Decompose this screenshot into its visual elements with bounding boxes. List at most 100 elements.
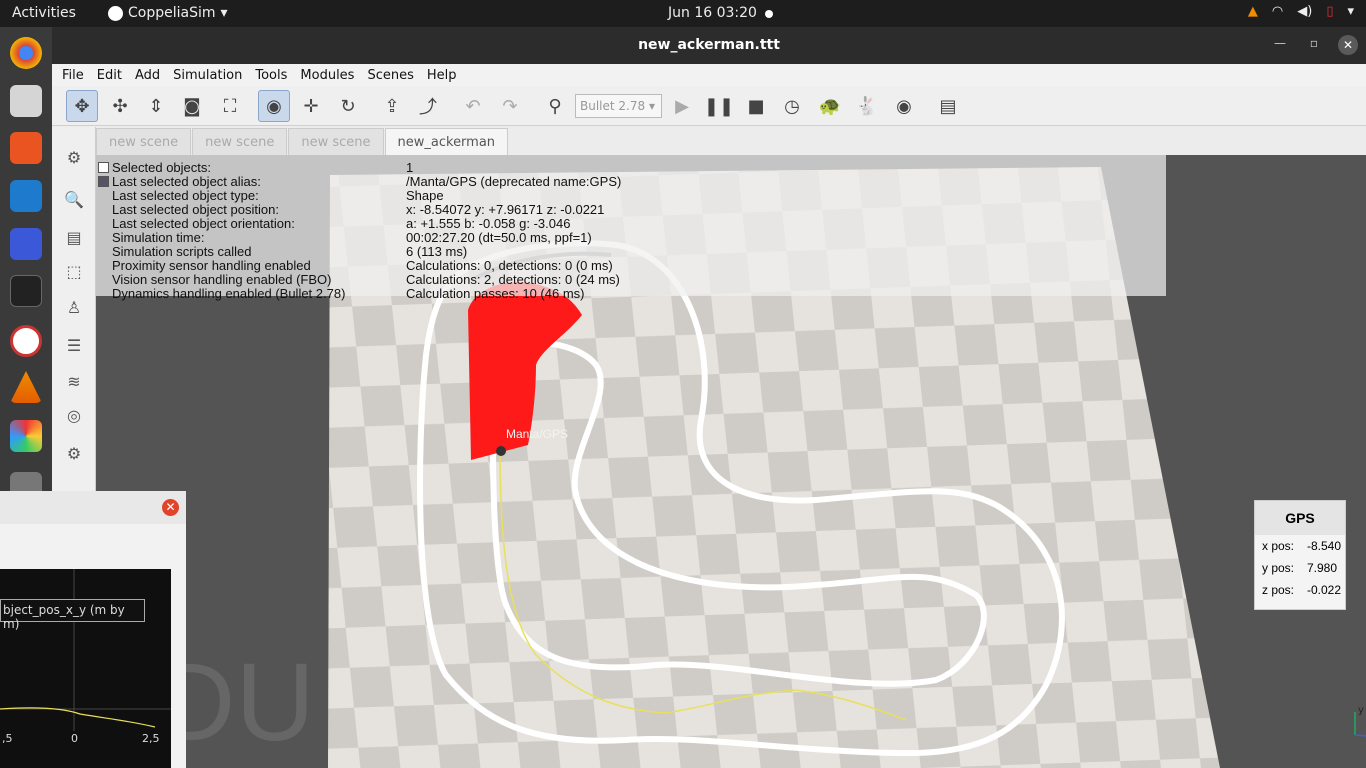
gps-z-value: -0.022 bbox=[1307, 583, 1342, 597]
camera-rotate-icon[interactable]: ✣ bbox=[104, 90, 136, 122]
info-toggle-checkbox[interactable] bbox=[98, 176, 109, 187]
coppeliasim-window: new_ackerman.ttt — ▫ ✕ File Edit Add Sim… bbox=[52, 27, 1366, 768]
gps-y-row: y pos: 7.980 bbox=[1255, 557, 1345, 579]
shape-edit-icon[interactable]: ⬚ bbox=[60, 257, 88, 285]
real-time-icon[interactable]: ◷ bbox=[776, 90, 808, 122]
minimize-icon[interactable]: — bbox=[1274, 36, 1286, 50]
window-title: new_ackerman.ttt bbox=[638, 37, 780, 53]
graph-tick-1: ,5 bbox=[2, 732, 13, 745]
play-icon[interactable]: ▶ bbox=[666, 90, 698, 122]
vlc-icon[interactable] bbox=[10, 371, 42, 403]
info-toggle-checkbox[interactable] bbox=[98, 162, 109, 173]
camera-angle-icon[interactable]: ◙ bbox=[176, 90, 208, 122]
redo-icon[interactable]: ↷ bbox=[494, 90, 526, 122]
window-titlebar[interactable]: new_ackerman.ttt — ▫ ✕ bbox=[52, 27, 1366, 64]
vlc-tray-icon[interactable]: ▲ bbox=[1248, 4, 1258, 19]
close-icon[interactable]: ✕ bbox=[1338, 35, 1358, 55]
tab-new-ackerman[interactable]: new_ackerman bbox=[384, 128, 509, 155]
menu-edit[interactable]: Edit bbox=[97, 68, 122, 83]
tab-scene-2[interactable]: new scene bbox=[192, 128, 288, 155]
gps-x-value: -8.540 bbox=[1307, 539, 1342, 553]
info-label: Last selected object position: bbox=[112, 202, 279, 217]
simulation-settings-icon[interactable]: ⚙ bbox=[60, 143, 88, 171]
system-tray[interactable]: ▲ ◠ ◀) ▯ ▾ bbox=[1248, 4, 1354, 19]
info-label: Last selected object orientation: bbox=[112, 216, 295, 231]
kinematics-icon[interactable]: ♙ bbox=[60, 293, 88, 321]
tab-scene-1[interactable]: new scene bbox=[96, 128, 192, 155]
object-select-icon[interactable]: ◉ bbox=[258, 90, 290, 122]
video-recorder-icon[interactable]: ◎ bbox=[60, 401, 88, 429]
volume-icon[interactable]: ◀) bbox=[1297, 4, 1312, 19]
scene-viewport[interactable]: DU Manta/GPS y x Selected objects:1Last … bbox=[96, 155, 1366, 768]
pause-icon[interactable]: ❚❚ bbox=[703, 90, 735, 122]
page-selector-icon[interactable]: ▤ bbox=[932, 90, 964, 122]
pinwheel-app-icon[interactable] bbox=[10, 420, 42, 452]
user-settings-icon[interactable]: ⚙ bbox=[60, 439, 88, 467]
stop-icon[interactable]: ■ bbox=[740, 90, 772, 122]
close-icon[interactable]: ✕ bbox=[162, 499, 179, 516]
physics-engine-value: Bullet 2.78 bbox=[580, 99, 646, 113]
wifi-icon[interactable]: ◠ bbox=[1272, 4, 1283, 19]
graph-series-label: bject_pos_x_y (m by m) bbox=[0, 599, 145, 631]
info-value: 6 (113 ms) bbox=[406, 244, 468, 259]
graph-tick-3: 2,5 bbox=[142, 732, 160, 745]
battery-icon[interactable]: ▯ bbox=[1326, 4, 1333, 19]
visualization-toggle-icon[interactable]: ◉ bbox=[888, 90, 920, 122]
software-store-icon[interactable] bbox=[10, 132, 42, 164]
gps-x-row: x pos: -8.540 bbox=[1255, 535, 1345, 557]
object-rotate-icon[interactable]: ↻ bbox=[332, 90, 364, 122]
menu-modules[interactable]: Modules bbox=[300, 68, 354, 83]
menu-add[interactable]: Add bbox=[135, 68, 160, 83]
info-value: 1 bbox=[406, 160, 414, 175]
coppeliasim-dock-icon[interactable] bbox=[10, 325, 42, 357]
graph-series-line bbox=[0, 707, 156, 728]
speed-up-icon[interactable]: 🐇 bbox=[851, 90, 883, 122]
transfer-dna-icon[interactable]: ⤴ bbox=[412, 90, 444, 122]
physics-engine-select[interactable]: Bullet 2.78 ▾ bbox=[575, 94, 662, 118]
vscode-icon[interactable] bbox=[10, 180, 42, 212]
assemble-icon[interactable]: ⇪ bbox=[376, 90, 408, 122]
info-overlay: Selected objects: 1 Last selected object a… bbox=[96, 155, 1166, 301]
activities-button[interactable]: Activities bbox=[12, 5, 76, 21]
info-value: a: +1.555 b: -0.058 g: -3.046 bbox=[406, 216, 571, 231]
camera-shift-icon[interactable]: ⇕ bbox=[140, 90, 172, 122]
gps-panel-title: GPS bbox=[1255, 501, 1345, 535]
object-shift-icon[interactable]: ✛ bbox=[295, 90, 327, 122]
power-menu-icon[interactable]: ▾ bbox=[1347, 4, 1354, 19]
scene-hierarchy-icon[interactable]: ☰ bbox=[60, 331, 88, 359]
slow-down-icon[interactable]: 🐢 bbox=[814, 90, 846, 122]
maximize-icon[interactable]: ▫ bbox=[1310, 36, 1318, 50]
info-label: Last selected object type: bbox=[112, 188, 259, 203]
undo-icon[interactable]: ↶ bbox=[457, 90, 489, 122]
system-top-bar: Activities CoppeliaSim ▾ Jun 16 03:20 ▲ … bbox=[0, 0, 1366, 27]
screenshot-icon[interactable] bbox=[10, 228, 42, 260]
info-label: Simulation scripts called bbox=[112, 244, 252, 259]
fit-to-view-icon[interactable]: ⛶ bbox=[214, 90, 246, 122]
menu-tools[interactable]: Tools bbox=[255, 68, 287, 83]
clock[interactable]: Jun 16 03:20 bbox=[668, 5, 757, 21]
menu-file[interactable]: File bbox=[62, 68, 84, 83]
app-menu[interactable]: CoppeliaSim ▾ bbox=[108, 5, 228, 21]
info-label: Dynamics handling enabled (Bullet 2.78) bbox=[112, 286, 346, 301]
scripts-icon[interactable]: ▤ bbox=[60, 223, 88, 251]
gps-z-label: z pos: bbox=[1262, 583, 1295, 597]
camera-pan-icon[interactable]: ✥ bbox=[66, 90, 98, 122]
scene-tabs: new scene new scene new scene new_ackerm… bbox=[96, 128, 509, 155]
chrome-icon[interactable] bbox=[10, 37, 42, 69]
model-browser-icon[interactable]: 🔍 bbox=[60, 185, 88, 213]
terminal-icon[interactable] bbox=[10, 275, 42, 307]
files-icon[interactable] bbox=[10, 85, 42, 117]
chevron-down-icon: ▾ bbox=[220, 5, 228, 21]
graph-window-header[interactable]: ✕ bbox=[0, 491, 186, 524]
dynamics-toggle-icon[interactable]: ⚲ bbox=[539, 90, 571, 122]
layers-icon[interactable]: ≋ bbox=[60, 367, 88, 395]
main-toolbar: ✥ ✣ ⇕ ◙ ⛶ ◉ ✛ ↻ ⇪ ⤴ ↶ ↷ ⚲ Bullet 2.78 ▾ … bbox=[52, 86, 1366, 126]
gps-y-value: 7.980 bbox=[1307, 561, 1338, 575]
info-label: Last selected object alias: bbox=[112, 174, 261, 189]
menu-simulation[interactable]: Simulation bbox=[173, 68, 242, 83]
tab-scene-3[interactable]: new scene bbox=[288, 128, 384, 155]
menu-scenes[interactable]: Scenes bbox=[367, 68, 413, 83]
menu-help[interactable]: Help bbox=[427, 68, 457, 83]
info-label: Selected objects: bbox=[112, 160, 212, 175]
vehicle-marker[interactable] bbox=[496, 446, 506, 456]
